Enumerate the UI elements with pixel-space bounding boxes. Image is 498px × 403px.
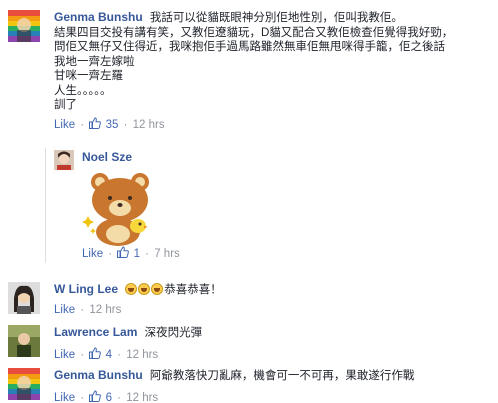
separator-dot: · [145, 248, 150, 260]
person-avatar-icon [54, 150, 74, 170]
comment-author[interactable]: Genma Bunshu [54, 368, 143, 382]
comment-author[interactable]: Lawrence Lam [54, 325, 137, 339]
timestamp[interactable]: 7 hrs [154, 248, 180, 260]
thumbs-up-icon [117, 246, 130, 258]
comment-5: Genma Bunshu 阿爺教落快刀亂麻，機會可一不可再，果敢遂行作戰 Lik… [0, 366, 498, 403]
laughing-emoji-icon [138, 283, 151, 295]
comment-meta: Like · 35 · 12 hrs [54, 116, 490, 131]
comment-text: 阿爺教落快刀亂麻，機會可一不可再，果敢遂行作戰 [149, 370, 415, 382]
separator-dot: · [80, 391, 85, 403]
like-count[interactable]: 6 [106, 392, 112, 403]
comment-text: 恭喜恭喜！ [164, 284, 222, 296]
like-link[interactable]: Like [54, 392, 75, 403]
like-link[interactable]: Like [82, 248, 103, 260]
timestamp[interactable]: 12 hrs [126, 392, 158, 403]
avatar[interactable] [54, 150, 74, 170]
separator-dot: · [108, 248, 113, 260]
like-link[interactable]: Like [54, 304, 75, 316]
like-count[interactable]: 4 [106, 349, 112, 361]
comment-text: 深夜閃光彈 [144, 327, 203, 339]
person-avatar-icon [8, 325, 40, 357]
separator-dot: · [80, 118, 85, 131]
person-avatar-icon [8, 282, 40, 314]
comment-author[interactable]: W Ling Lee [54, 282, 118, 296]
comment-meta: Like · 12 hrs [54, 304, 490, 316]
timestamp[interactable]: 12 hrs [89, 304, 121, 316]
comment-text-line: 人生。。。。。 [54, 84, 112, 97]
comment-meta: Like · 6 · 12 hrs [54, 389, 490, 403]
avatar[interactable] [8, 368, 40, 400]
thumbs-up-icon [89, 116, 102, 129]
comment-1: Genma Bunshu 我話可以從貓既眼神分別佢地性別，佢叫我教佢。 結果四目… [0, 0, 498, 146]
comment-4: Lawrence Lam 深夜閃光彈 Like · 4 · 12 hrs [0, 323, 498, 363]
like-count[interactable]: 1 [134, 248, 140, 260]
rainbow-avatar-icon [8, 10, 40, 42]
comment-meta: Like · 4 · 12 hrs [54, 346, 490, 361]
separator-dot: · [123, 118, 128, 131]
comment-meta: Like · 1 · 7 hrs [82, 246, 490, 260]
bear-sticker [82, 173, 149, 246]
timestamp[interactable]: 12 hrs [126, 349, 158, 361]
comment-text-line: 問佢又無仔又住得近，我咪抱佢手過馬路雖然無車佢無甩咪得手籠，佢之後話 [54, 41, 445, 53]
comment-text-line: 訓了 [54, 99, 77, 111]
comment-text-line: 我話可以從貓既眼神分別佢地性別，佢叫我教佢。 [149, 12, 403, 24]
avatar[interactable] [8, 282, 40, 314]
comment-text-line: 結果四目交投有講有笑，又教佢遼貓玩，D貓又配合又教佢檢查佢覺得我好勁， [54, 26, 454, 39]
comment-author[interactable]: Noel Sze [82, 150, 132, 164]
separator-dot: · [117, 391, 122, 403]
separator-dot: · [80, 348, 85, 361]
avatar[interactable] [8, 10, 40, 42]
laughing-emoji-icon [151, 283, 164, 295]
separator-dot: · [80, 303, 85, 316]
comment-3: W Ling Lee 恭喜恭喜！ Like · 12 hrs [0, 280, 498, 320]
thumbs-up-icon [89, 389, 102, 402]
rainbow-avatar-icon [8, 368, 40, 400]
separator-dot: · [117, 348, 122, 361]
like-link[interactable]: Like [54, 119, 75, 131]
laughing-emoji-icon [125, 283, 138, 295]
reply-comment: Noel Sze Like · 1 · 7 hrs [0, 146, 498, 264]
thumbs-up-icon [89, 346, 102, 359]
comment-text-line: 甘咪一齊左羅 [54, 70, 123, 82]
comment-text-line: 我地一齊左嫁啦 [54, 55, 135, 68]
avatar[interactable] [8, 325, 40, 357]
like-count[interactable]: 35 [106, 119, 119, 131]
timestamp[interactable]: 12 hrs [133, 119, 165, 131]
like-link[interactable]: Like [54, 349, 75, 361]
comment-author[interactable]: Genma Bunshu [54, 10, 143, 24]
